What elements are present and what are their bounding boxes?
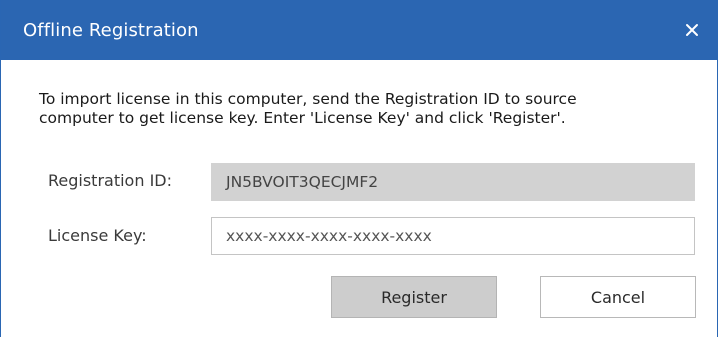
registration-id-field: JN5BVOIT3QECJMF2: [211, 163, 695, 201]
license-key-input[interactable]: [211, 217, 695, 255]
dialog-title: Offline Registration: [23, 20, 199, 41]
offline-registration-dialog: Offline Registration To import license i…: [0, 0, 718, 337]
title-bar: Offline Registration: [1, 0, 717, 60]
registration-id-label: Registration ID:: [48, 171, 172, 190]
close-icon: [686, 24, 698, 36]
cancel-button[interactable]: Cancel: [540, 276, 696, 318]
instructions-text: To import license in this computer, send…: [39, 90, 679, 128]
close-button[interactable]: [667, 0, 717, 60]
register-button[interactable]: Register: [331, 276, 497, 318]
instructions-line-1: To import license in this computer, send…: [39, 90, 577, 108]
license-key-label: License Key:: [48, 226, 147, 245]
instructions-line-2: computer to get license key. Enter 'Lice…: [39, 109, 566, 127]
